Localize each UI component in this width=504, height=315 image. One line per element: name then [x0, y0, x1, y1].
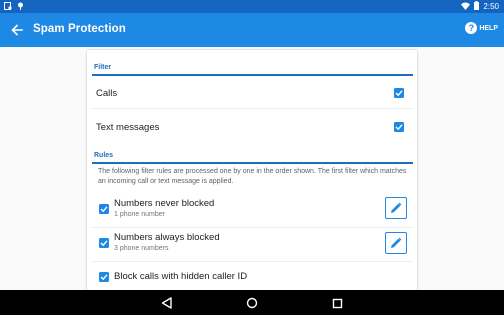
navigation-bar [0, 290, 504, 315]
calls-checkbox[interactable] [394, 88, 404, 98]
nav-home-button[interactable] [245, 296, 259, 310]
pencil-icon [391, 202, 402, 213]
help-label: HELP [479, 24, 498, 32]
text-messages-label: Text messages [96, 122, 160, 133]
checkmark-icon [100, 240, 108, 247]
pencil-icon [391, 237, 402, 248]
calls-label: Calls [96, 88, 118, 99]
checkmark-icon [100, 274, 108, 281]
help-icon: ? [465, 22, 478, 34]
row-divider [92, 108, 413, 109]
arrow-back-icon [11, 24, 23, 36]
rules-section-header: Rules [94, 152, 114, 159]
checkmark-icon [100, 206, 108, 213]
app-bar: Spam Protection ? HELP [0, 13, 504, 47]
status-bar: 2:50 [0, 0, 504, 13]
settings-card: Filter Calls Text messages Rules The fol… [86, 49, 418, 290]
text-messages-checkbox[interactable] [394, 122, 404, 132]
nav-recents-button[interactable] [330, 296, 344, 310]
numbers-never-blocked-checkbox[interactable] [99, 204, 109, 214]
filter-section-header: Filter [94, 64, 112, 71]
triangle-back-icon [161, 297, 172, 309]
notification-icon [4, 2, 12, 12]
page-title: Spam Protection [33, 23, 126, 35]
rules-description: The following filter rules are processed… [98, 168, 407, 185]
circle-home-icon [246, 297, 258, 309]
numbers-never-blocked-subtitle: 1 phone number [114, 211, 165, 218]
row-divider [92, 261, 413, 262]
location-icon [17, 2, 24, 12]
content-area: Filter Calls Text messages Rules The fol… [0, 47, 504, 290]
rules-section-divider [92, 162, 413, 164]
edit-numbers-never-blocked-button[interactable] [385, 197, 407, 219]
edit-numbers-always-blocked-button[interactable] [385, 232, 407, 254]
numbers-always-blocked-checkbox[interactable] [99, 238, 109, 248]
checkmark-icon [395, 124, 403, 131]
wifi-icon [461, 2, 471, 12]
help-button[interactable]: ? HELP [465, 22, 498, 34]
numbers-always-blocked-title: Numbers always blocked [114, 232, 220, 243]
block-hidden-caller-id-checkbox[interactable] [99, 272, 109, 282]
battery-icon [474, 1, 480, 12]
filter-section-divider [92, 74, 413, 76]
nav-back-button[interactable] [159, 296, 173, 310]
numbers-always-blocked-subtitle: 3 phone numbers [114, 245, 169, 252]
checkmark-icon [395, 90, 403, 97]
block-hidden-caller-id-title: Block calls with hidden caller ID [114, 271, 248, 282]
row-divider [92, 227, 413, 228]
back-button[interactable] [8, 21, 26, 39]
status-time: 2:50 [483, 2, 499, 11]
numbers-never-blocked-title: Numbers never blocked [114, 198, 215, 209]
square-recents-icon [332, 298, 342, 308]
